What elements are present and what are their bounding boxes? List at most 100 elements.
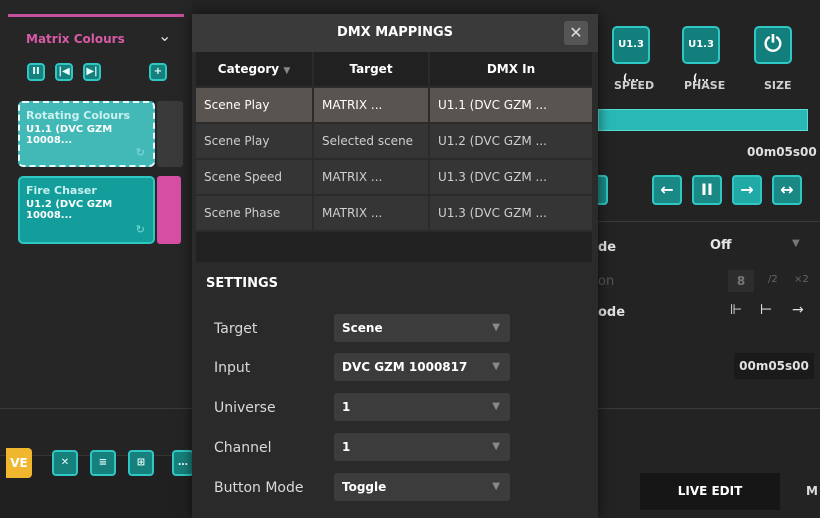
grid-icon[interactable]: ⊞	[128, 450, 154, 476]
input-select[interactable]: DVC GZM 1000817 ▼	[334, 353, 510, 381]
divider	[598, 221, 820, 222]
fade-time-field[interactable]: 00m05s00	[734, 353, 814, 379]
universe-value: 1	[342, 400, 351, 414]
caret-down-icon: ▼	[792, 238, 800, 249]
scene-device: U1.2 (DVC GZM 10008...	[26, 199, 113, 221]
setting-label-input: Input	[214, 360, 251, 376]
more-tools-icon[interactable]: …	[172, 450, 194, 476]
dmx-mappings-dialog: DMX MAPPINGS ✕ Category ▼ Target DMX In …	[192, 14, 598, 518]
skip-forward-icon[interactable]: ▶|	[83, 63, 101, 81]
cell-category: Scene Play	[196, 124, 312, 158]
button-mode-value: Toggle	[342, 480, 387, 494]
live-mode-button[interactable]: VE	[6, 448, 32, 478]
live-mode-label: VE	[10, 456, 28, 470]
tab-live-edit[interactable]: LIVE EDIT	[640, 473, 780, 510]
bounce-icon[interactable]: ↔	[772, 175, 802, 205]
mode-value: Off	[710, 238, 732, 253]
column-header-dmx-in[interactable]: DMX In	[430, 52, 592, 86]
input-value: DVC GZM 1000817	[342, 360, 468, 374]
scene-list-panel: Matrix Colours ⌄ II |◀ ▶| + Rotating Col…	[0, 0, 194, 518]
divide-by-two[interactable]: /2	[768, 274, 778, 285]
elapsed-time: 00m05s00	[747, 145, 817, 159]
multiply-by-two[interactable]: ×2	[794, 274, 809, 285]
cell-category: Scene Speed	[196, 160, 312, 194]
on-value[interactable]: 8	[728, 270, 754, 292]
scene-name: Rotating Colours	[26, 109, 131, 122]
table-row[interactable]: Scene Phase MATRIX ... U1.3 (DVC GZM ...	[196, 196, 592, 230]
channel-value: 1	[342, 440, 351, 454]
scene-card-rotating-colours[interactable]: Rotating Colours U1.1 (DVC GZM 10008... …	[18, 101, 155, 167]
column-header-category[interactable]: Category ▼	[196, 52, 312, 86]
table-row[interactable]: Scene Play Selected scene U1.2 (DVC GZM …	[196, 124, 592, 158]
arrow-left-icon[interactable]: ←	[652, 175, 682, 205]
cell-target: MATRIX ...	[314, 88, 428, 122]
cell-dmx-in: U1.3 (DVC GZM ...	[430, 196, 592, 230]
table-row[interactable]: Scene Play MATRIX ... U1.1 (DVC GZM ...	[196, 88, 592, 122]
cell-dmx-in: U1.2 (DVC GZM ...	[430, 124, 592, 158]
pause-icon[interactable]: II	[27, 63, 45, 81]
tab-m[interactable]: M	[806, 484, 818, 498]
mode-label: de	[598, 240, 617, 255]
column-label: Category	[217, 62, 280, 76]
end-loop-icon[interactable]: →	[792, 302, 804, 318]
scene-group-header[interactable]: Matrix Colours ⌄	[8, 22, 184, 56]
end-mode-label: ode	[598, 305, 626, 320]
cell-target: Selected scene	[314, 124, 428, 158]
channel-solo-icon[interactable]: ≡	[90, 450, 116, 476]
end-hold-icon[interactable]: ⊢	[760, 302, 772, 318]
caret-down-icon: ▼	[492, 361, 500, 372]
table-row[interactable]: Scene Speed MATRIX ... U1.3 (DVC GZM ...	[196, 160, 592, 194]
close-icon[interactable]: ✕	[564, 21, 588, 45]
toolbar-strip: VE ✕ ≡ ⊞ …	[0, 448, 194, 518]
speed-knob[interactable]: U1.3 (...	[612, 26, 650, 84]
column-label: DMX In	[486, 62, 536, 76]
universe-select[interactable]: 1 ▼	[334, 393, 510, 421]
size-label: SIZE	[764, 79, 792, 92]
settings-section: SETTINGS Target Scene ▼ Input DVC GZM 10…	[192, 262, 598, 518]
add-scene-button[interactable]: +	[149, 63, 167, 81]
phase-knob[interactable]: U1.3 (...	[682, 26, 720, 84]
refresh-icon: ↻	[135, 146, 145, 159]
setting-label-channel: Channel	[214, 440, 272, 456]
cell-target: MATRIX ...	[314, 160, 428, 194]
skip-back-icon[interactable]: |◀	[55, 63, 73, 81]
pause-icon[interactable]: II	[692, 175, 722, 205]
channel-mute-icon[interactable]: ✕	[52, 450, 78, 476]
setting-label-universe: Universe	[214, 400, 276, 416]
speed-knob-value: U1.3 (...	[618, 39, 644, 84]
on-label: on	[598, 274, 615, 289]
target-select[interactable]: Scene ▼	[334, 314, 510, 342]
phase-knob-value: U1.3 (...	[688, 39, 714, 84]
column-header-target[interactable]: Target	[314, 52, 428, 86]
cell-target: MATRIX ...	[314, 196, 428, 230]
column-label: Target	[349, 62, 393, 76]
sort-caret-icon: ▼	[283, 66, 291, 76]
size-knob[interactable]: ⏻	[754, 26, 792, 64]
setting-label-target: Target	[214, 321, 258, 337]
accent-line	[8, 14, 184, 17]
settings-title: SETTINGS	[206, 276, 279, 291]
scene-card-fire-chaser[interactable]: Fire Chaser U1.2 (DVC GZM 10008... ↻	[18, 176, 155, 244]
button-mode-select[interactable]: Toggle ▼	[334, 473, 510, 501]
scene-color-tab	[157, 101, 183, 167]
refresh-icon: ↻	[135, 223, 145, 236]
caret-down-icon: ▼	[492, 401, 500, 412]
mode-select[interactable]: Off ▼	[700, 233, 812, 259]
cell-category: Scene Phase	[196, 196, 312, 230]
arrow-right-icon[interactable]: →	[732, 175, 762, 205]
channel-select[interactable]: 1 ▼	[334, 433, 510, 461]
power-icon: ⏻	[764, 32, 782, 57]
scene-properties-panel: U1.3 (... U1.3 (... ⏻ SPEED PHASE SIZE 0…	[592, 0, 820, 518]
chevron-down-icon[interactable]: ⌄	[158, 26, 171, 45]
target-value: Scene	[342, 321, 383, 335]
table-header: Category ▼ Target DMX In	[196, 52, 592, 86]
divider	[598, 408, 820, 409]
dialog-title: DMX MAPPINGS	[192, 14, 598, 52]
end-stop-icon[interactable]: ⊩	[730, 302, 742, 318]
scene-group-title: Matrix Colours	[26, 32, 125, 46]
scene-device: U1.1 (DVC GZM 10008...	[26, 124, 113, 146]
caret-down-icon: ▼	[492, 322, 500, 333]
caret-down-icon: ▼	[492, 481, 500, 492]
progress-bar[interactable]	[598, 109, 808, 131]
cell-dmx-in: U1.1 (DVC GZM ...	[430, 88, 592, 122]
